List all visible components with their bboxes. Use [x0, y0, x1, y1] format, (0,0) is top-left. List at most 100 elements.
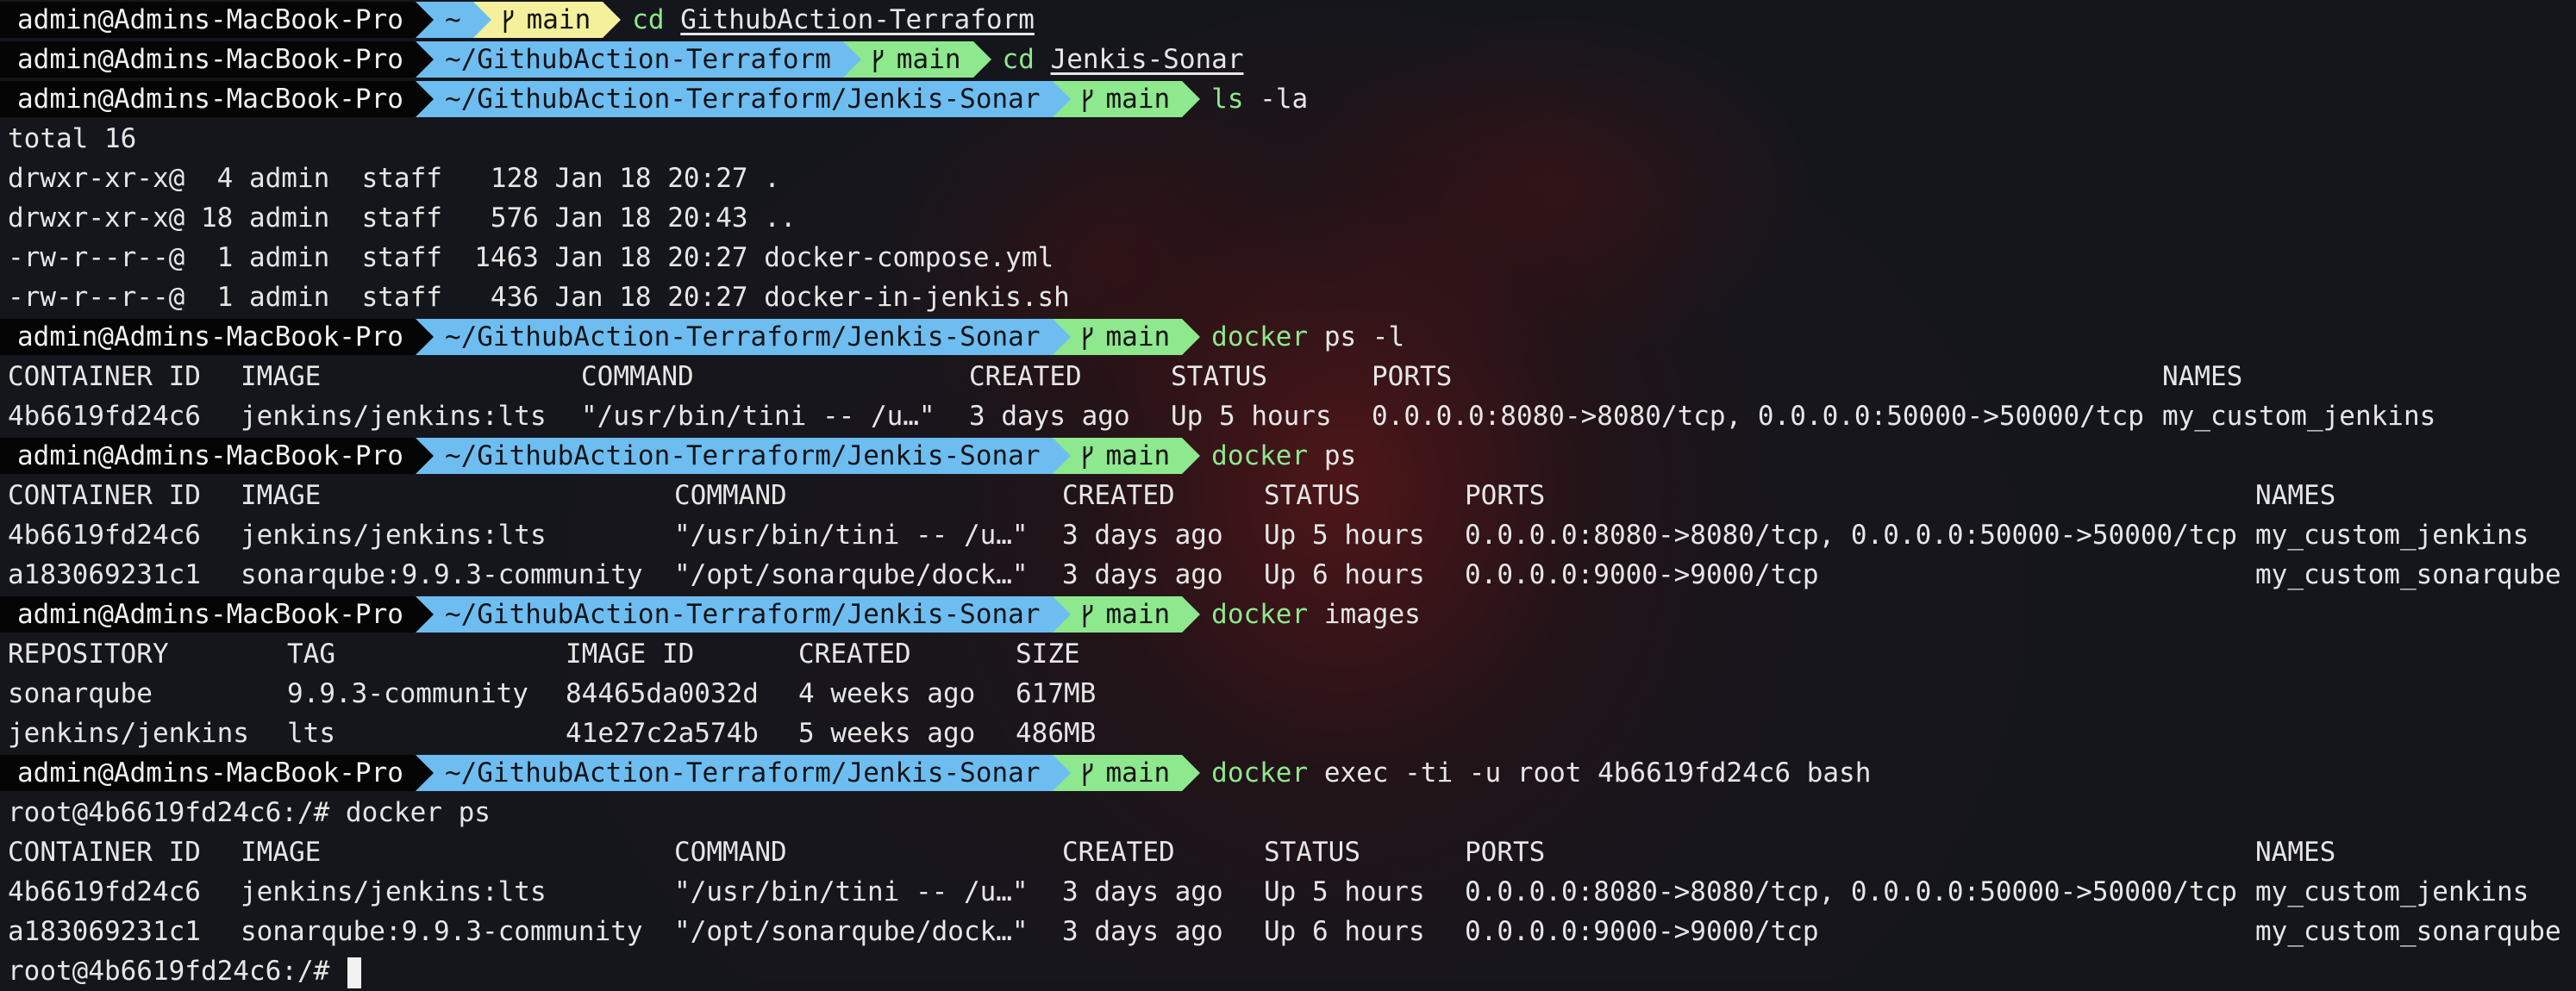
input-prompt: root@4b6619fd24c6:/# [8, 951, 361, 991]
git-branch-icon [873, 49, 884, 72]
table-cell: REPOSITORY [8, 639, 169, 670]
table-cell: CONTAINER ID [8, 480, 201, 511]
git-branch-icon [503, 9, 513, 33]
table-cell: 3 days ago [1062, 559, 1223, 590]
text-cursor[interactable] [347, 957, 361, 988]
prompt-git-branch: main [1052, 81, 1200, 117]
table-cell: jenkins/jenkins:lts [241, 876, 547, 907]
prompt-directory: ~/GithubAction-Terraform/Jenkis-Sonar [415, 319, 1071, 355]
terminal-line: -rw-r--r--@ 1 admin staff 1463 Jan 18 20… [0, 238, 2576, 277]
command-text: cd GithubAction-Terraform [632, 2, 1035, 38]
table-cell: my_custom_sonarqube [2255, 559, 2561, 590]
table-cell: jenkins/jenkins:lts [241, 401, 547, 432]
table-cell: 84465da0032d [566, 678, 759, 709]
prompt-git-branch: main [1052, 596, 1200, 633]
shell-prompt-line: admin@Admins-MacBook-Pro ~ main cd GithubAc… [0, 0, 2576, 40]
shell-prompt-line: admin@Admins-MacBook-Pro ~/GithubAction-T… [0, 79, 2576, 119]
command-name: docker [1211, 757, 1309, 788]
table-cell: 41e27c2a574b [566, 718, 759, 749]
table-cell: my_custom_jenkins [2255, 876, 2529, 907]
prompt-segments: admin@Admins-MacBook-Pro ~/GithubAction-T… [0, 438, 1356, 474]
git-branch-icon [1083, 604, 1092, 627]
table-cell: CREATED [1062, 480, 1175, 511]
git-branch-icon [1083, 763, 1092, 786]
command-text: ls -la [1211, 81, 1308, 117]
table-cell: 3 days ago [1062, 520, 1223, 551]
table-row: a183069231c1 sonarqube:9.9.3-community "/o… [0, 555, 2576, 595]
output-text: drwxr-xr-x@ 4 admin staff 128 Jan 18 20:… [8, 163, 780, 194]
prompt-user-host: admin@Admins-MacBook-Pro [0, 319, 434, 355]
table-cell: Up 6 hours [1264, 559, 1425, 590]
table-row: jenkins/jenkins lts 41e27c2a574b 5 weeks ag… [0, 714, 2576, 753]
table-cell: Up 5 hours [1264, 876, 1425, 907]
table-cell: lts [287, 718, 335, 749]
git-branch-name: main [1105, 440, 1171, 471]
table-cell: IMAGE [241, 480, 322, 511]
prompt-git-branch: main [1052, 438, 1200, 474]
prompt-segments: admin@Admins-MacBook-Pro ~/GithubAction-T… [0, 41, 1244, 78]
table-cell: Up 6 hours [1264, 916, 1425, 947]
shell-prompt-line: admin@Admins-MacBook-Pro ~/GithubAction-T… [0, 40, 2576, 79]
command-name: docker [1211, 599, 1309, 630]
prompt-user-host: admin@Admins-MacBook-Pro [0, 41, 434, 78]
table-cell: 0.0.0.0:9000->9000/tcp [1465, 916, 1819, 947]
table-cell: STATUS [1264, 837, 1360, 868]
command-text: docker images [1211, 596, 1421, 633]
shell-prompt-line: admin@Admins-MacBook-Pro ~/GithubAction-T… [0, 753, 2576, 793]
table-row: sonarqube 9.9.3-community 84465da0032d 4 we… [0, 674, 2576, 714]
table-cell: PORTS [1465, 480, 1546, 511]
git-branch-icon [1083, 327, 1092, 350]
table-row: a183069231c1 sonarqube:9.9.3-community "/o… [0, 912, 2576, 951]
table-cell: CREATED [1062, 837, 1175, 868]
command-name: ls [1211, 84, 1244, 115]
table-cell: CREATED [798, 639, 911, 670]
command-argument: ps -l [1323, 321, 1405, 352]
table-cell: my_custom_jenkins [2162, 401, 2436, 432]
table-cell: 0.0.0.0:9000->9000/tcp [1465, 559, 1819, 590]
command-name: docker [1211, 321, 1309, 352]
prompt-git-branch: main [842, 41, 991, 78]
shell-prompt-line: admin@Admins-MacBook-Pro ~/GithubAction-T… [0, 317, 2576, 357]
table-cell: STATUS [1264, 480, 1360, 511]
command-input-line[interactable]: root@4b6619fd24c6:/# [0, 951, 2576, 991]
terminal-line: drwxr-xr-x@ 18 admin staff 576 Jan 18 20… [0, 198, 2576, 238]
table-cell: 9.9.3-community [287, 678, 528, 709]
table-row: REPOSITORY TAG IMAGE ID CREATED SIZE [0, 634, 2576, 674]
terminal-line: -rw-r--r--@ 1 admin staff 436 Jan 18 20:… [0, 277, 2576, 317]
prompt-segments: admin@Admins-MacBook-Pro ~/GithubAction-T… [0, 755, 1871, 791]
table-cell: SIZE [1016, 639, 1080, 670]
table-row: CONTAINER ID IMAGE COMMAND CREATED STATUS POR… [0, 832, 2576, 872]
table-cell: my_custom_jenkins [2255, 520, 2529, 551]
table-cell: PORTS [1465, 837, 1546, 868]
prompt-directory: ~/GithubAction-Terraform [415, 41, 861, 78]
terminal-output[interactable]: admin@Admins-MacBook-Pro ~ main cd GithubAc… [0, 0, 2576, 991]
prompt-git-branch: main [1052, 755, 1200, 791]
command-text: docker exec -ti -u root 4b6619fd24c6 bas… [1211, 755, 1871, 791]
table-cell: IMAGE ID [566, 639, 695, 670]
table-cell: 4 weeks ago [798, 678, 976, 709]
table-cell: CONTAINER ID [8, 361, 201, 392]
shell-prompt-line: admin@Admins-MacBook-Pro ~/GithubAction-T… [0, 436, 2576, 476]
output-text: total 16 [8, 123, 137, 154]
command-argument: -la [1260, 84, 1309, 115]
command-argument: Jenkis-Sonar [1050, 44, 1244, 75]
table-cell: PORTS [1372, 361, 1453, 392]
git-branch-name: main [896, 44, 961, 75]
table-cell: 3 days ago [969, 401, 1130, 432]
git-branch-icon [1083, 89, 1092, 112]
table-cell: a183069231c1 [8, 559, 201, 590]
git-branch-name: main [1105, 599, 1171, 630]
table-cell: "/usr/bin/tini -- /u…" [674, 876, 1029, 907]
table-cell: sonarqube:9.9.3-community [241, 916, 643, 947]
table-cell: 0.0.0.0:8080->8080/tcp, 0.0.0.0:50000->5… [1372, 401, 2144, 432]
table-cell: "/opt/sonarqube/dock…" [674, 559, 1029, 590]
table-cell: 4b6619fd24c6 [8, 520, 201, 551]
command-argument: exec -ti -u root 4b6619fd24c6 bash [1323, 757, 1872, 788]
git-branch-icon [1083, 446, 1092, 469]
git-branch-name: main [1105, 84, 1171, 115]
table-cell: 4b6619fd24c6 [8, 401, 201, 432]
table-row: CONTAINER ID IMAGE COMMAND CREATED STATUS POR… [0, 476, 2576, 515]
table-cell: CREATED [969, 361, 1082, 392]
table-cell: 486MB [1016, 718, 1097, 749]
table-cell: sonarqube:9.9.3-community [241, 559, 643, 590]
